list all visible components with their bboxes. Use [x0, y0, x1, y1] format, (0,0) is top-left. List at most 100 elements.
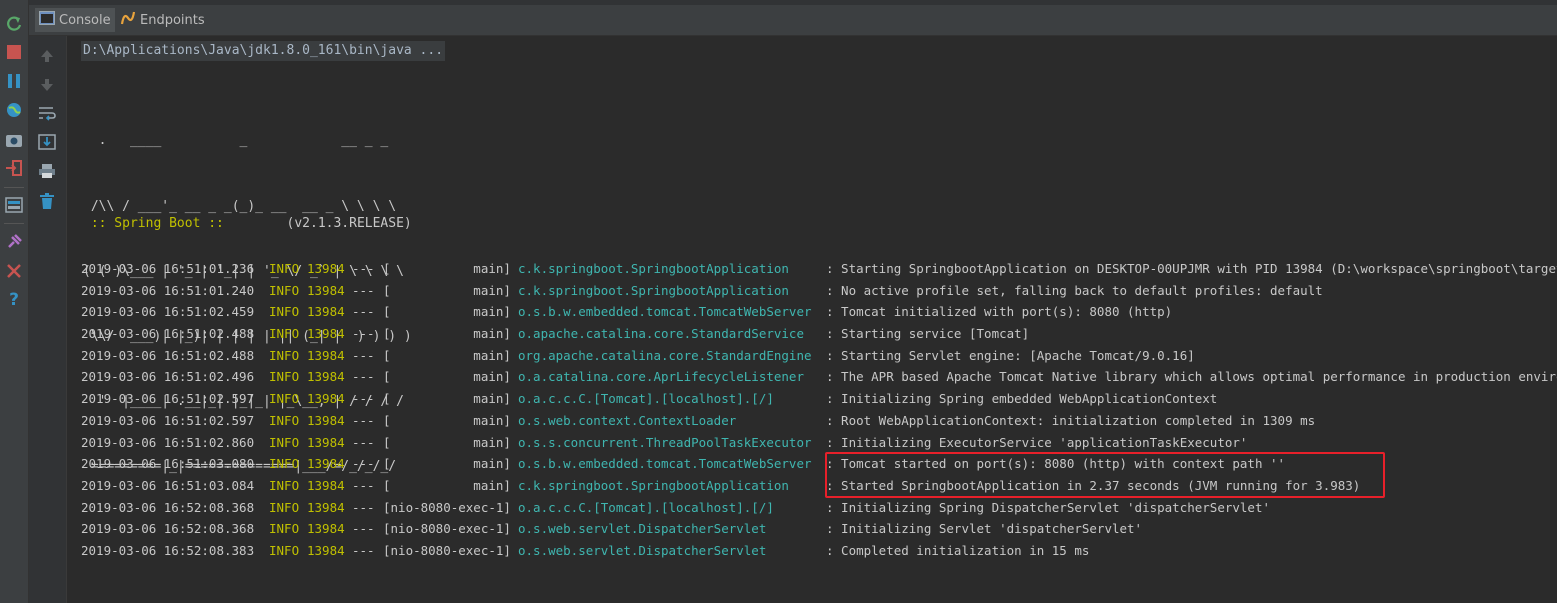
highlight-box	[825, 452, 1385, 498]
log-logger[interactable]: c.k.springboot.SpringbootApplication	[518, 280, 789, 302]
up-arrow-icon[interactable]	[37, 46, 57, 66]
log-logger[interactable]: o.s.s.concurrent.ThreadPoolTaskExecutor	[518, 432, 812, 454]
log-separator: ---	[352, 326, 375, 342]
soft-wrap-icon[interactable]	[37, 103, 57, 123]
log-separator: ---	[352, 282, 375, 298]
log-pid: 13984	[307, 347, 345, 363]
log-separator: ---	[352, 542, 375, 558]
log-separator: ---	[352, 412, 375, 428]
exit-icon[interactable]	[4, 158, 24, 178]
camera-icon[interactable]	[4, 130, 24, 150]
log-separator: ---	[352, 499, 375, 515]
log-pid: 13984	[307, 282, 345, 298]
log-thread: [ main]	[383, 282, 511, 298]
console-output[interactable]: D:\Applications\Java\jdk1.8.0_161\bin\ja…	[67, 36, 1557, 603]
log-thread: [ main]	[383, 477, 511, 493]
help-icon[interactable]: ?	[4, 290, 24, 310]
log-level: INFO	[269, 542, 300, 558]
log-logger[interactable]: c.k.springboot.SpringbootApplication	[518, 258, 789, 280]
log-pid: 13984	[307, 412, 345, 428]
log-separator: ---	[352, 391, 375, 407]
log-logger[interactable]: o.apache.catalina.core.StandardService	[518, 323, 804, 345]
log-pid: 13984	[307, 499, 345, 515]
log-separator: ---	[352, 456, 375, 472]
log-separator: ---	[352, 369, 375, 385]
log-pid: 13984	[307, 369, 345, 385]
log-timestamp: 2019-03-06 16:52:08.368	[81, 521, 255, 537]
log-logger[interactable]: o.s.b.w.embedded.tomcat.TomcatWebServer	[518, 453, 812, 475]
log-logger[interactable]: o.s.web.servlet.DispatcherServlet	[518, 540, 766, 562]
log-level: INFO	[269, 412, 300, 428]
log-logger[interactable]: o.s.b.w.embedded.tomcat.TomcatWebServer	[518, 301, 812, 323]
log-thread: [ main]	[383, 369, 511, 385]
log-logger[interactable]: org.apache.catalina.core.StandardEngine	[518, 345, 812, 367]
log-logger[interactable]: c.k.springboot.SpringbootApplication	[518, 475, 789, 497]
log-level: INFO	[269, 434, 300, 450]
log-level: INFO	[269, 282, 300, 298]
close-icon[interactable]	[4, 261, 24, 281]
spring-boot-label: :: Spring Boot ::	[83, 216, 224, 231]
log-thread: [ main]	[383, 434, 511, 450]
log-thread: [nio-8080-exec-1]	[383, 542, 511, 558]
tab-endpoints-label: Endpoints	[140, 12, 205, 28]
log-level: INFO	[269, 369, 300, 385]
log-logger[interactable]: o.s.web.context.ContextLoader	[518, 410, 736, 432]
log-message: : Initializing Spring embedded WebApplic…	[826, 391, 1218, 407]
log-timestamp: 2019-03-06 16:51:03.080	[81, 456, 255, 472]
log-timestamp: 2019-03-06 16:51:03.084	[81, 477, 255, 493]
print-icon[interactable]	[37, 161, 57, 181]
rerun-icon[interactable]	[4, 14, 24, 34]
globe-icon[interactable]	[4, 100, 24, 120]
layout-icon[interactable]	[4, 195, 24, 215]
scroll-to-end-icon[interactable]	[37, 132, 57, 152]
title-strip	[29, 0, 1557, 5]
log-level: INFO	[269, 521, 300, 537]
tab-console-label: Console	[59, 12, 111, 28]
down-arrow-icon[interactable]	[37, 75, 57, 95]
log-thread: [nio-8080-exec-1]	[383, 499, 511, 515]
log-thread: [ main]	[383, 412, 511, 428]
log-timestamp: 2019-03-06 16:51:02.597	[81, 391, 255, 407]
log-level: INFO	[269, 347, 300, 363]
log-separator: ---	[352, 304, 375, 320]
log-thread: [nio-8080-exec-1]	[383, 521, 511, 537]
log-separator: ---	[352, 477, 375, 493]
run-toolbar: ?	[0, 0, 29, 603]
log-level: INFO	[269, 261, 300, 276]
log-pid: 13984	[307, 477, 345, 493]
log-message: : Initializing ExecutorService 'applicat…	[826, 434, 1248, 450]
log-pid: 13984	[307, 521, 345, 537]
spring-boot-version-line: :: Spring Boot :: (v2.1.3.RELEASE)	[83, 214, 412, 234]
log-level: INFO	[269, 326, 300, 342]
log-message: : Starting service [Tomcat]	[826, 326, 1030, 342]
banner-line: . ____ _ __ _ _	[83, 133, 389, 149]
log-thread: [ main]	[383, 391, 511, 407]
log-pid: 13984	[307, 434, 345, 450]
tab-endpoints[interactable]: Endpoints	[116, 8, 209, 32]
log-message: : Tomcat initialized with port(s): 8080 …	[826, 304, 1173, 320]
log-thread: [ main]	[383, 261, 511, 276]
log-level: INFO	[269, 456, 300, 472]
log-message: : No active profile set, falling back to…	[826, 282, 1323, 298]
pin-icon[interactable]	[4, 232, 24, 252]
log-pid: 13984	[307, 261, 345, 276]
tab-console[interactable]: Console	[35, 8, 115, 32]
log-timestamp: 2019-03-06 16:51:02.488	[81, 326, 255, 342]
log-pid: 13984	[307, 326, 345, 342]
log-timestamp: 2019-03-06 16:51:02.459	[81, 304, 255, 320]
log-logger[interactable]: o.a.catalina.core.AprLifecycleListener	[518, 366, 804, 388]
tool-window-tabs	[29, 0, 1557, 36]
trash-icon[interactable]	[37, 191, 57, 211]
stop-icon[interactable]	[4, 42, 24, 62]
log-logger[interactable]: o.s.web.servlet.DispatcherServlet	[518, 518, 766, 540]
log-timestamp: 2019-03-06 16:51:02.488	[81, 347, 255, 363]
log-logger[interactable]: o.a.c.c.C.[Tomcat].[localhost].[/]	[518, 388, 774, 410]
command-line[interactable]: D:\Applications\Java\jdk1.8.0_161\bin\ja…	[81, 41, 446, 61]
log-separator: ---	[352, 434, 375, 450]
log-message: : Starting SpringbootApplication on DESK…	[826, 261, 1557, 276]
log-pid: 13984	[307, 391, 345, 407]
log-level: INFO	[269, 304, 300, 320]
pause-icon[interactable]	[4, 71, 24, 91]
log-message: : Initializing Spring DispatcherServlet …	[826, 499, 1271, 515]
log-logger[interactable]: o.a.c.c.C.[Tomcat].[localhost].[/]	[518, 497, 774, 519]
